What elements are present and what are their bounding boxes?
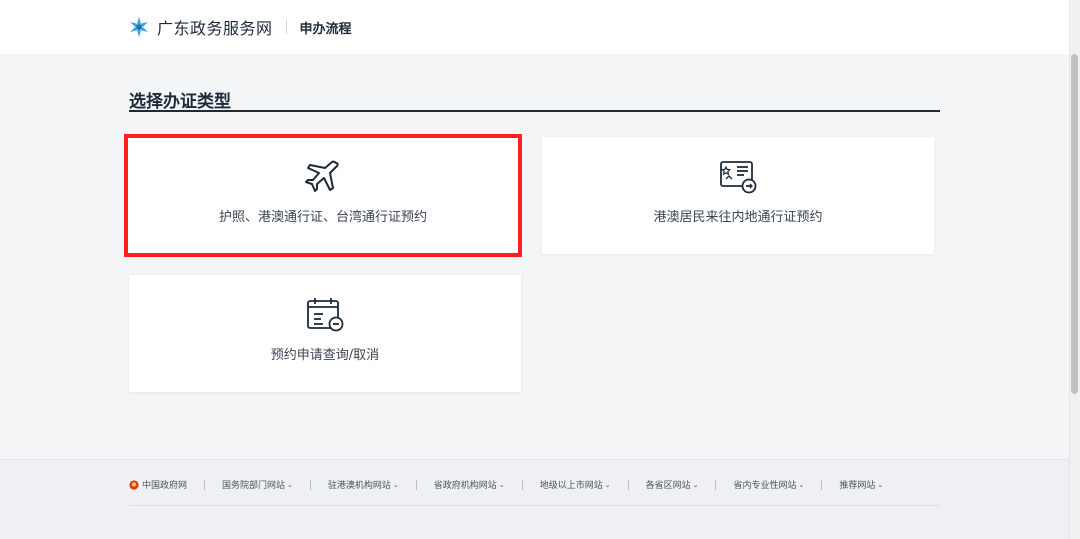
footer: 中国政府网 国务院部门网站 ⌄ 驻港澳机构网站 ⌄ 省政府机构网站 ⌄ 地级以上市网站… bbox=[0, 459, 1069, 539]
section-title: 选择办证类型 bbox=[129, 92, 231, 112]
chevron-down-icon: ⌄ bbox=[392, 480, 399, 489]
footer-link-city-sites[interactable]: 地级以上市网站 ⌄ bbox=[540, 478, 611, 492]
section-title-rule bbox=[129, 110, 940, 112]
chevron-down-icon: ⌄ bbox=[692, 480, 699, 489]
footer-divider bbox=[521, 479, 523, 490]
footer-divider bbox=[821, 479, 823, 490]
footer-divider bbox=[715, 479, 717, 490]
card-appointment-query-cancel[interactable]: 预约申请查询/取消 bbox=[129, 275, 521, 392]
chevron-down-icon: ⌄ bbox=[877, 480, 884, 489]
chevron-down-icon: ⌄ bbox=[604, 480, 611, 489]
footer-divider bbox=[627, 479, 629, 490]
footer-divider bbox=[309, 479, 311, 490]
top-header: 广东政务服务网 申办流程 bbox=[0, 0, 1069, 54]
brand-logo[interactable]: 广东政务服务网 申办流程 bbox=[128, 14, 352, 40]
footer-link-specialized-sites[interactable]: 省内专业性网站 ⌄ bbox=[733, 478, 805, 492]
header-divider bbox=[285, 20, 287, 34]
card-label: 港澳居民来往内地通行证预约 bbox=[653, 210, 823, 225]
footer-link-bar: 中国政府网 国务院部门网站 ⌄ 驻港澳机构网站 ⌄ 省政府机构网站 ⌄ 地级以上市网站… bbox=[129, 478, 940, 491]
footer-link-hk-macao-agencies[interactable]: 驻港澳机构网站 ⌄ bbox=[328, 478, 399, 492]
chevron-down-icon: ⌄ bbox=[287, 480, 293, 489]
footer-link-provincial-agencies[interactable]: 省政府机构网站 ⌄ bbox=[434, 478, 505, 492]
page-subtitle: 申办流程 bbox=[299, 21, 352, 37]
footer-link-recommended[interactable]: 推荐网站 ⌄ bbox=[839, 478, 884, 492]
footer-link-provinces[interactable]: 各省区网站 ⌄ bbox=[646, 478, 699, 492]
footer-rule bbox=[129, 505, 940, 506]
footer-link-state-council[interactable]: 国务院部门网站 ⌄ bbox=[222, 478, 293, 492]
card-hk-macao-resident-permit[interactable]: 港澳居民来往内地通行证预约 bbox=[542, 137, 934, 254]
page-scrollbar-track[interactable] bbox=[1069, 0, 1080, 539]
star-logo-icon bbox=[130, 16, 148, 38]
card-label: 预约申请查询/取消 bbox=[270, 348, 380, 363]
footer-link-china-gov[interactable]: 中国政府网 bbox=[129, 478, 187, 491]
card-passport-appointment[interactable]: 护照、港澳通行证、台湾通行证预约 bbox=[124, 134, 522, 257]
main-content: 选择办证类型 护照、港澳通行证、台湾通行证预约 港澳居民来往内地通行证预约 预约… bbox=[0, 54, 1069, 459]
national-emblem-icon bbox=[129, 479, 139, 490]
footer-divider bbox=[204, 479, 206, 490]
airplane-icon bbox=[305, 160, 339, 192]
chevron-down-icon: ⌄ bbox=[498, 480, 505, 489]
footer-divider bbox=[415, 479, 417, 490]
calendar-icon bbox=[307, 298, 344, 332]
id-card-icon bbox=[720, 161, 757, 194]
chevron-down-icon: ⌄ bbox=[798, 480, 805, 489]
card-label: 护照、港澳通行证、台湾通行证预约 bbox=[218, 210, 427, 225]
page-scrollbar-thumb[interactable] bbox=[1071, 54, 1078, 394]
brand-name: 广东政务服务网 bbox=[157, 19, 273, 38]
